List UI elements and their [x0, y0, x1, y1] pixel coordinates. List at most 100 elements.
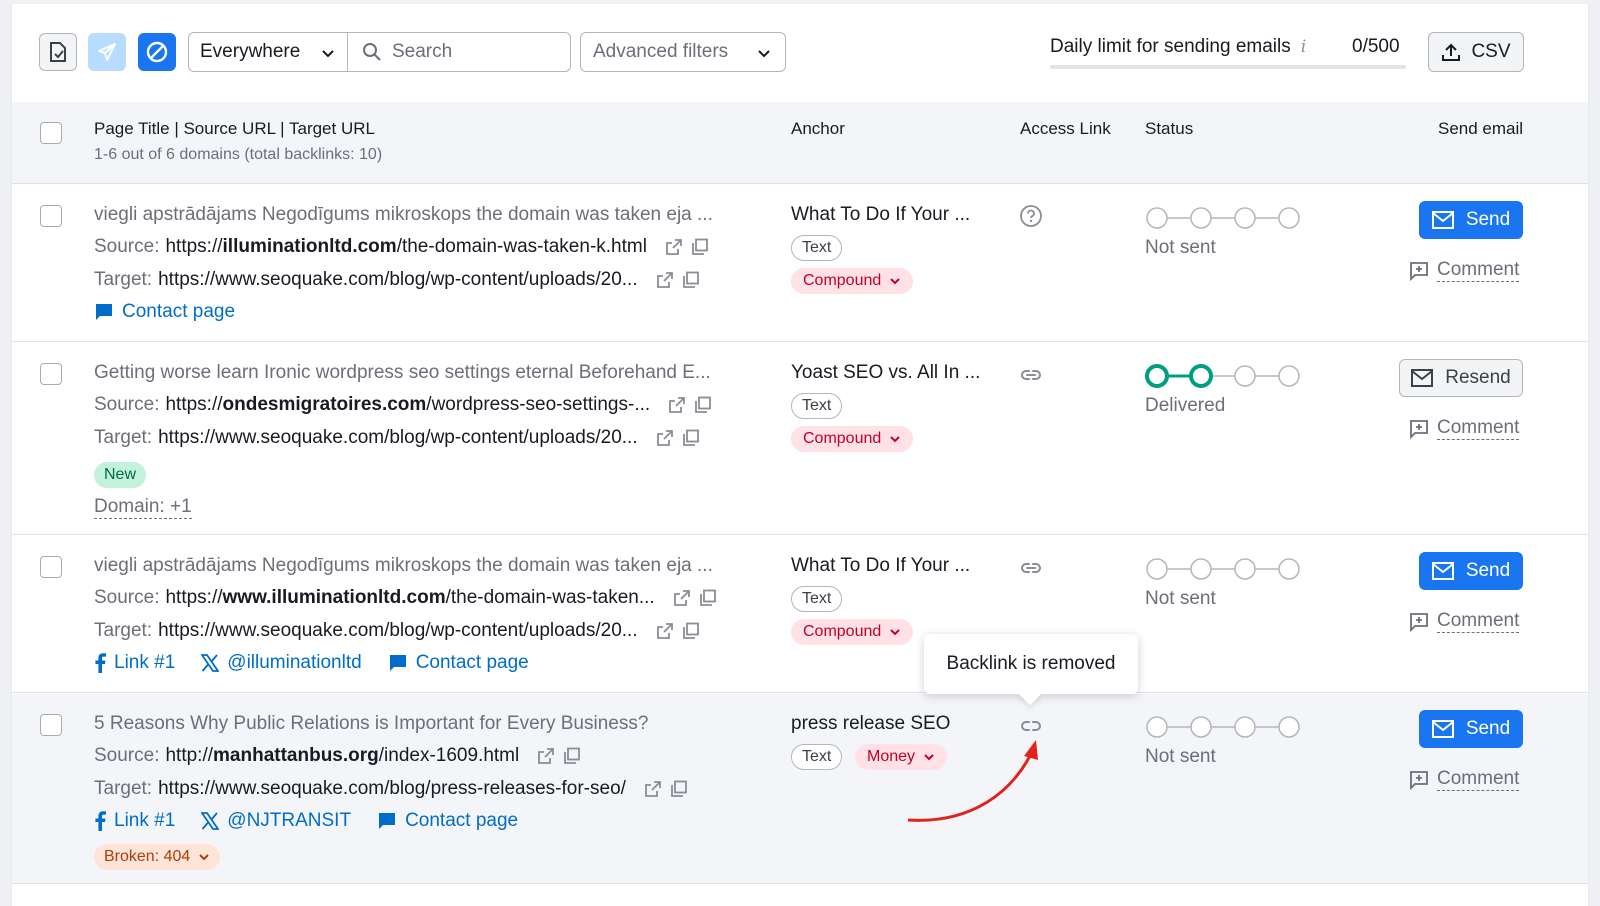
- comment-label: Comment: [1437, 768, 1520, 791]
- facebook-link[interactable]: Link #1: [94, 810, 175, 832]
- target-url: Target: https://www.seoquake.com/blog/wp…: [94, 269, 700, 291]
- external-link-icon[interactable]: [673, 589, 691, 607]
- send-button[interactable]: Send: [1419, 710, 1523, 748]
- external-link-icon[interactable]: [665, 238, 683, 256]
- source-label: Source:: [94, 236, 160, 257]
- mail-icon: [1431, 720, 1454, 738]
- facebook-label: Link #1: [114, 652, 176, 673]
- x-link[interactable]: @illuminationltd: [201, 652, 362, 674]
- source-path[interactable]: /the-domain-was-taken-k.html: [397, 236, 647, 258]
- status-text: Not sent: [1145, 746, 1216, 767]
- external-link-icon[interactable]: [656, 271, 674, 289]
- copy-icon[interactable]: [691, 238, 709, 256]
- facebook-icon: [95, 653, 106, 673]
- contact-page-link[interactable]: Contact page: [377, 810, 518, 832]
- external-link-icon[interactable]: [668, 396, 686, 414]
- anchor-text: What To Do If Your ...: [791, 204, 971, 225]
- status-progress: [1146, 558, 1300, 580]
- chevron-down-icon: [758, 50, 770, 58]
- source-prefix[interactable]: http://: [165, 745, 213, 767]
- row-checkbox[interactable]: [40, 363, 62, 385]
- target-link[interactable]: https://www.seoquake.com/blog/wp-content…: [158, 427, 638, 449]
- comment-button[interactable]: Comment: [1409, 610, 1520, 633]
- comment-add-icon: [1410, 612, 1428, 632]
- copy-icon[interactable]: [682, 271, 700, 289]
- target-url: Target: https://www.seoquake.com/blog/wp…: [94, 427, 700, 449]
- search-input[interactable]: [392, 41, 562, 63]
- comment-button[interactable]: Comment: [1409, 417, 1520, 440]
- block-button[interactable]: [138, 33, 176, 71]
- broken-status-dropdown[interactable]: Broken: 404: [94, 844, 221, 870]
- col-access-link: Access Link: [1020, 119, 1111, 138]
- page-title: 5 Reasons Why Public Relations is Import…: [94, 713, 649, 734]
- x-logo-icon: [201, 812, 220, 830]
- target-label: Target:: [94, 778, 153, 799]
- question-circle-icon[interactable]: [1019, 204, 1043, 228]
- link-type-dropdown[interactable]: Compound: [791, 426, 914, 452]
- source-domain[interactable]: www.illuminationltd.com: [223, 587, 446, 609]
- target-link[interactable]: https://www.seoquake.com/blog/press-rele…: [158, 778, 626, 800]
- table-header: Page Title | Source URL | Target URL 1-6…: [12, 102, 1588, 184]
- info-icon[interactable]: i: [1301, 37, 1306, 57]
- copy-icon[interactable]: [699, 589, 717, 607]
- source-path[interactable]: /the-domain-was-taken...: [446, 587, 655, 609]
- link-type-label: Compound: [803, 623, 882, 640]
- mail-icon: [1411, 369, 1434, 387]
- advanced-filters-button[interactable]: Advanced filters: [580, 32, 786, 72]
- source-label: Source:: [94, 745, 160, 766]
- link-icon[interactable]: [1019, 363, 1043, 387]
- send-plane-button[interactable]: [88, 33, 126, 71]
- status-text: Delivered: [1145, 395, 1226, 416]
- copy-icon[interactable]: [563, 747, 581, 765]
- external-link-icon[interactable]: [656, 622, 674, 640]
- resend-button[interactable]: Resend: [1399, 359, 1523, 397]
- external-link-icon[interactable]: [644, 780, 662, 798]
- link-type-dropdown[interactable]: Compound: [791, 619, 914, 645]
- link-type-dropdown[interactable]: Compound: [791, 268, 914, 294]
- target-link[interactable]: https://www.seoquake.com/blog/wp-content…: [158, 269, 638, 291]
- location-select[interactable]: Everywhere: [188, 32, 348, 72]
- copy-icon[interactable]: [682, 429, 700, 447]
- contact-page-link[interactable]: Contact page: [388, 652, 529, 674]
- source-domain[interactable]: manhattanbus.org: [213, 745, 379, 767]
- select-all-checkbox[interactable]: [40, 122, 62, 144]
- comment-add-icon: [1410, 419, 1428, 439]
- row-checkbox[interactable]: [40, 205, 62, 227]
- external-link-icon[interactable]: [656, 429, 674, 447]
- anchor-type-badge: Text: [791, 744, 843, 770]
- send-button[interactable]: Send: [1419, 552, 1523, 590]
- target-link[interactable]: https://www.seoquake.com/blog/wp-content…: [158, 620, 638, 642]
- source-prefix[interactable]: https://: [165, 236, 222, 258]
- x-link[interactable]: @NJTRANSIT: [201, 810, 351, 832]
- copy-icon[interactable]: [670, 780, 688, 798]
- export-report-button[interactable]: [39, 33, 77, 71]
- export-report-icon: [50, 42, 66, 62]
- source-domain[interactable]: ondesmigratoires.com: [223, 394, 427, 416]
- chevron-down-icon: [322, 50, 334, 58]
- send-button[interactable]: Send: [1419, 201, 1523, 239]
- mail-icon: [1431, 211, 1454, 229]
- contact-page-link[interactable]: Contact page: [94, 301, 235, 323]
- external-link-icon[interactable]: [537, 747, 555, 765]
- source-path[interactable]: /wordpress-seo-settings-...: [426, 394, 650, 416]
- search-box[interactable]: [347, 32, 571, 72]
- row-checkbox[interactable]: [40, 714, 62, 736]
- copy-icon[interactable]: [694, 396, 712, 414]
- row-checkbox[interactable]: [40, 556, 62, 578]
- contact-page-label: Contact page: [405, 810, 519, 831]
- comment-label: Comment: [1437, 610, 1520, 633]
- csv-export-button[interactable]: CSV: [1428, 32, 1524, 72]
- comment-button[interactable]: Comment: [1409, 259, 1520, 282]
- source-domain[interactable]: illuminationltd.com: [223, 236, 397, 258]
- copy-icon[interactable]: [682, 622, 700, 640]
- domain-more-link[interactable]: Domain: +1: [94, 496, 192, 519]
- status-progress: [1145, 364, 1300, 388]
- daily-limit-count: 0/500: [1352, 36, 1400, 57]
- source-prefix[interactable]: https://: [165, 587, 222, 609]
- facebook-link[interactable]: Link #1: [94, 652, 175, 674]
- source-path[interactable]: /index-1609.html: [379, 745, 519, 767]
- source-prefix[interactable]: https://: [165, 394, 222, 416]
- page-title: Getting worse learn Ironic wordpress seo…: [94, 362, 711, 383]
- link-icon[interactable]: [1019, 556, 1043, 580]
- comment-button[interactable]: Comment: [1409, 768, 1520, 791]
